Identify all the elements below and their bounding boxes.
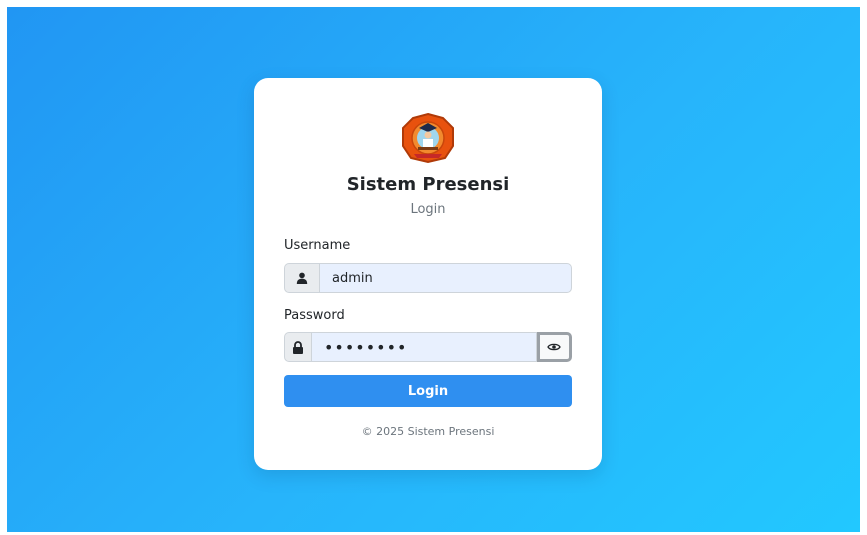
eye-icon [547,343,562,351]
password-field[interactable] [310,332,537,362]
page-background: Sistem Presensi Login Username Password [7,7,860,532]
footer-copyright: © 2025 Sistem Presensi [361,425,495,438]
password-input-group [284,332,572,362]
app-title: Sistem Presensi [346,174,510,195]
school-logo [402,112,454,164]
login-subtitle: Login [410,202,446,217]
user-icon [284,263,319,293]
lock-icon [284,332,311,362]
username-input-group [284,263,572,293]
username-field[interactable] [319,263,572,293]
toggle-password-button[interactable] [536,332,572,362]
password-label: Password [284,308,345,323]
login-button[interactable]: Login [284,375,572,407]
username-label: Username [284,238,351,253]
login-card: Sistem Presensi Login Username Password [254,78,602,470]
